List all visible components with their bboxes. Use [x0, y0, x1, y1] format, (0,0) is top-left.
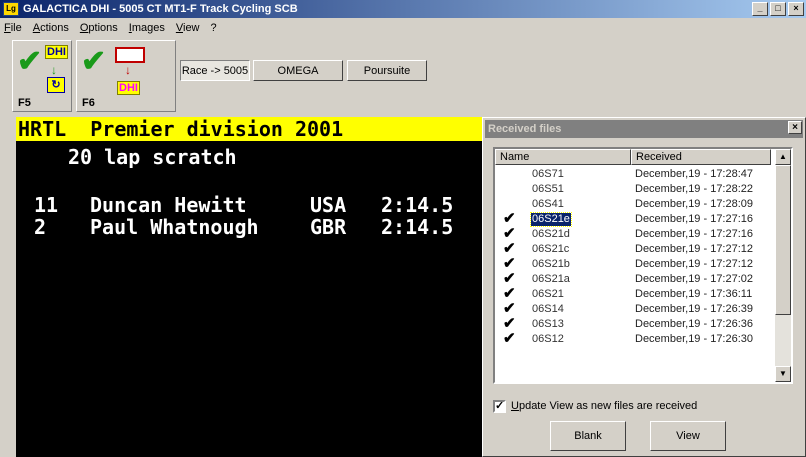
- menu-help[interactable]: ?: [211, 22, 217, 34]
- dhi-icon: DHI: [117, 81, 140, 95]
- arrow-down-icon: ↓: [125, 63, 131, 77]
- poursuite-button[interactable]: Poursuite: [347, 60, 427, 81]
- cycle-icon: ↻: [47, 77, 65, 93]
- board-rider-name: Duncan Hewitt: [90, 193, 247, 217]
- file-received-time: December,19 - 17:26:30: [635, 333, 754, 345]
- update-view-label: Update View as new files are received: [511, 400, 698, 412]
- vertical-scrollbar[interactable]: ▲ ▼: [775, 149, 791, 382]
- blank-button[interactable]: Blank: [550, 421, 626, 451]
- file-row[interactable]: ✔ 06S21d December,19 - 17:27:16: [495, 225, 771, 242]
- green-check-icon: ✔: [17, 45, 43, 78]
- file-received-time: December,19 - 17:27:02: [635, 273, 754, 285]
- board-rider-time: 2:14.5: [381, 193, 454, 217]
- file-name: 06S21a: [532, 273, 570, 285]
- file-name: 06S12: [532, 333, 564, 345]
- f5-tool-button[interactable]: ✔ DHI ↓ ↻ F5: [12, 40, 72, 112]
- arrow-down-icon: ↓: [51, 63, 57, 77]
- file-row[interactable]: ✔ 06S13 December,19 - 17:26:36: [495, 315, 771, 332]
- file-row[interactable]: 06S71 December,19 - 17:28:47: [495, 167, 771, 182]
- file-received-time: December,19 - 17:36:11: [635, 288, 753, 300]
- column-header-received[interactable]: Received: [631, 149, 771, 165]
- dhi-icon: DHI: [45, 45, 68, 59]
- file-name: 06S71: [532, 168, 564, 180]
- file-row[interactable]: ✔ 06S21e December,19 - 17:27:16: [495, 210, 771, 227]
- file-name: 06S21e: [530, 212, 572, 227]
- file-received-time: December,19 - 17:28:22: [635, 183, 754, 195]
- file-row[interactable]: ✔ 06S12 December,19 - 17:26:30: [495, 330, 771, 347]
- file-row[interactable]: ✔ 06S21c December,19 - 17:27:12: [495, 240, 771, 257]
- minimize-button[interactable]: _: [752, 2, 768, 16]
- file-name: 06S14: [532, 303, 564, 315]
- menu-options[interactable]: Options: [80, 22, 118, 34]
- board-rider-time: 2:14.5: [381, 215, 454, 239]
- file-received-time: December,19 - 17:26:36: [635, 318, 754, 330]
- file-received-time: December,19 - 17:27:16: [635, 213, 754, 225]
- file-received-time: December,19 - 17:27:12: [635, 243, 754, 255]
- display-board-icon: [115, 47, 145, 63]
- scroll-down-icon[interactable]: ▼: [775, 366, 791, 382]
- menu-actions[interactable]: Actions: [33, 22, 69, 34]
- menu-file[interactable]: File: [4, 22, 22, 34]
- maximize-button[interactable]: □: [770, 2, 786, 16]
- f6-label: F6: [82, 97, 95, 109]
- board-rider-name: Paul Whatnough: [90, 215, 259, 239]
- scroll-thumb[interactable]: [775, 165, 791, 315]
- title-bar: Lg GALACTICA DHI - 5005 CT MT1-F Track C…: [0, 0, 806, 18]
- scroll-up-icon[interactable]: ▲: [775, 149, 791, 165]
- file-received-time: December,19 - 17:27:12: [635, 258, 754, 270]
- update-view-checkbox[interactable]: ✓: [493, 399, 506, 413]
- files-list[interactable]: Name Received 06S71 December,19 - 17:28:4…: [493, 147, 793, 384]
- file-name: 06S13: [532, 318, 564, 330]
- dialog-title: Received files: [485, 120, 803, 138]
- close-button[interactable]: ×: [788, 2, 804, 16]
- received-files-dialog: Received files × Name Received 06S71 Dece…: [482, 117, 806, 457]
- green-check-icon: ✔: [81, 45, 107, 78]
- file-row[interactable]: 06S41 December,19 - 17:28:09: [495, 197, 771, 212]
- file-name: 06S41: [532, 198, 564, 210]
- omega-button[interactable]: OMEGA: [253, 60, 343, 81]
- file-received-time: December,19 - 17:28:09: [635, 198, 754, 210]
- f5-label: F5: [18, 97, 31, 109]
- file-received-time: December,19 - 17:26:39: [635, 303, 754, 315]
- view-button[interactable]: View: [650, 421, 726, 451]
- file-name: 06S21b: [532, 258, 570, 270]
- board-header: HRTL Premier division 2001: [16, 117, 484, 141]
- check-icon: ✔: [503, 330, 516, 347]
- app-icon: Lg: [3, 2, 19, 16]
- file-name: 06S51: [532, 183, 564, 195]
- file-name: 06S21c: [532, 243, 570, 255]
- column-header-name[interactable]: Name: [495, 149, 631, 165]
- file-row[interactable]: 06S51 December,19 - 17:28:22: [495, 182, 771, 197]
- f6-tool-button[interactable]: ✔ ↓ DHI F6: [76, 40, 176, 112]
- menu-images[interactable]: Images: [129, 22, 165, 34]
- file-row[interactable]: ✔ 06S21 December,19 - 17:36:11: [495, 285, 771, 302]
- file-received-time: December,19 - 17:28:47: [635, 168, 754, 180]
- board-rider-country: GBR: [310, 215, 347, 239]
- board-rider-number: 2: [34, 215, 47, 239]
- update-view-option[interactable]: ✓ Update View as new files are received: [493, 398, 697, 414]
- file-row[interactable]: ✔ 06S14 December,19 - 17:26:39: [495, 300, 771, 317]
- list-header: Name Received: [495, 149, 771, 165]
- file-received-time: December,19 - 17:27:16: [635, 228, 754, 240]
- file-row[interactable]: ✔ 06S21b December,19 - 17:27:12: [495, 255, 771, 272]
- board-rider-number: 11: [34, 193, 59, 217]
- menu-view[interactable]: View: [176, 22, 200, 34]
- menu-bar: File Actions Options Images View ?: [0, 18, 806, 37]
- file-name: 06S21: [532, 288, 564, 300]
- board-subtitle: 20 lap scratch: [68, 145, 237, 169]
- file-name: 06S21d: [532, 228, 570, 240]
- window-title: GALACTICA DHI - 5005 CT MT1-F Track Cycl…: [23, 3, 298, 15]
- toolbar: ✔ DHI ↓ ↻ F5 ✔ ↓ DHI F6 Race -> 5005 OME…: [0, 37, 806, 113]
- race-button[interactable]: Race -> 5005: [180, 60, 250, 81]
- board-rider-country: USA: [310, 193, 347, 217]
- dialog-close-button[interactable]: ×: [788, 121, 802, 134]
- file-row[interactable]: ✔ 06S21a December,19 - 17:27:02: [495, 270, 771, 287]
